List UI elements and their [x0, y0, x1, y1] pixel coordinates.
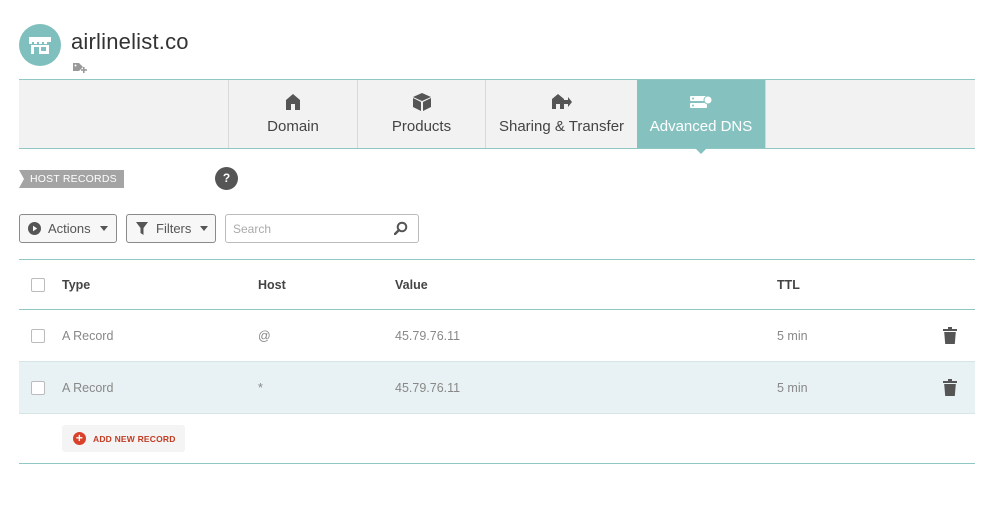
server-icon	[690, 92, 712, 112]
search-icon[interactable]	[393, 221, 408, 240]
play-icon	[28, 222, 41, 235]
filters-dropdown[interactable]: Filters	[126, 214, 216, 243]
tag-add-icon[interactable]	[72, 61, 88, 79]
record-type[interactable]: A Record	[62, 310, 113, 361]
help-icon[interactable]: ?	[215, 167, 238, 190]
chevron-down-icon	[200, 226, 209, 231]
trash-icon[interactable]	[943, 362, 957, 413]
filters-label: Filters	[156, 221, 192, 236]
column-header-type[interactable]: Type	[62, 260, 90, 309]
actions-dropdown[interactable]: Actions	[19, 214, 117, 243]
row-checkbox-cell	[31, 362, 45, 413]
record-ttl[interactable]: 5 min	[777, 362, 808, 413]
search-input[interactable]	[233, 220, 383, 238]
row-checkbox-cell	[31, 310, 45, 361]
tab-divider	[765, 80, 766, 148]
search-box	[225, 214, 419, 243]
column-header-value[interactable]: Value	[395, 260, 428, 309]
tab-domain[interactable]: Domain	[228, 80, 357, 148]
record-host[interactable]: *	[258, 362, 263, 413]
table-row: A Record * 45.79.76.11 5 min	[19, 362, 975, 414]
plus-icon: +	[73, 432, 86, 445]
column-header-host[interactable]: Host	[258, 260, 286, 309]
host-records-table: Type Host Value TTL A Record @ 45.79.76.…	[19, 259, 975, 414]
domain-title: airlinelist.co	[71, 29, 189, 54]
tab-label: Sharing & Transfer	[498, 118, 625, 135]
add-new-record-label: ADD NEW RECORD	[93, 433, 176, 444]
record-value[interactable]: 45.79.76.11	[395, 310, 460, 361]
tab-label: Domain	[267, 118, 319, 135]
chevron-down-icon	[99, 226, 108, 231]
trash-icon[interactable]	[943, 310, 957, 361]
box-icon	[412, 92, 431, 112]
row-checkbox[interactable]	[31, 380, 45, 395]
tab-label: Products	[391, 118, 452, 135]
header-checkbox-cell	[31, 260, 45, 309]
record-host[interactable]: @	[258, 310, 271, 361]
record-ttl[interactable]: 5 min	[777, 310, 808, 361]
actions-label: Actions	[48, 221, 91, 236]
record-value[interactable]: 45.79.76.11	[395, 362, 460, 413]
tab-advanced-dns[interactable]: Advanced DNS	[637, 80, 765, 154]
tab-sharing-transfer[interactable]: Sharing & Transfer	[485, 80, 637, 148]
section-label-host-records: HOST RECORDS	[19, 170, 124, 188]
add-record-row: + ADD NEW RECORD	[19, 415, 975, 464]
select-all-checkbox[interactable]	[31, 277, 45, 292]
filter-icon	[136, 222, 148, 235]
storefront-icon	[19, 24, 61, 66]
table-row: A Record @ 45.79.76.11 5 min	[19, 310, 975, 362]
home-icon	[286, 92, 300, 112]
add-new-record-button[interactable]: + ADD NEW RECORD	[62, 425, 185, 452]
table-header-row: Type Host Value TTL	[19, 260, 975, 310]
record-type[interactable]: A Record	[62, 362, 113, 413]
column-header-ttl[interactable]: TTL	[777, 260, 800, 309]
tab-products[interactable]: Products	[357, 80, 485, 148]
tab-bar: Domain Products Sharing & Transfer Advan…	[19, 79, 975, 154]
share-transfer-icon	[551, 92, 572, 112]
tab-label: Advanced DNS	[649, 118, 753, 135]
row-checkbox[interactable]	[31, 328, 45, 343]
